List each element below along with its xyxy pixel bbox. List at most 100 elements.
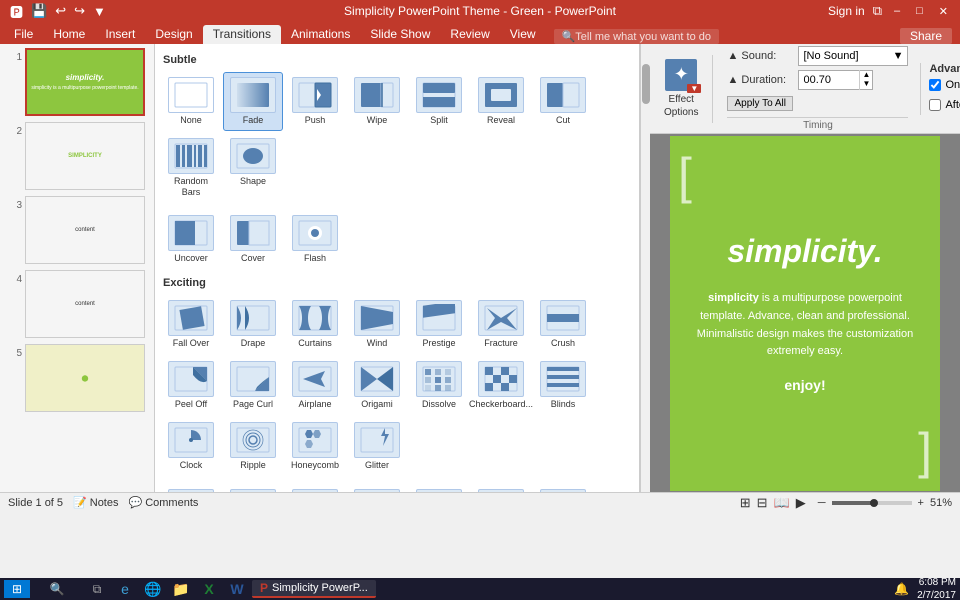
tab-file[interactable]: File: [4, 25, 43, 44]
taskbar-search-icon[interactable]: 🔍: [32, 580, 82, 598]
trans-wind[interactable]: Wind: [347, 295, 407, 354]
maximize-button[interactable]: □: [912, 5, 927, 17]
trans-origami[interactable]: Origami: [347, 356, 407, 415]
taskbar-excel-icon[interactable]: X: [196, 580, 222, 598]
trans-crush[interactable]: Crush: [533, 295, 593, 354]
trans-airplane[interactable]: Airplane: [285, 356, 345, 415]
view-slide-sorter-icon[interactable]: ⊟: [757, 495, 768, 511]
after-checkbox[interactable]: [929, 99, 941, 111]
trans-dissolve[interactable]: Dissolve: [409, 356, 469, 415]
trans-shred[interactable]: Shred: [223, 484, 283, 492]
minimize-button[interactable]: –: [890, 5, 904, 17]
trans-fade[interactable]: Fade: [223, 72, 283, 131]
zoom-level[interactable]: 51%: [930, 497, 952, 509]
tab-slideshow[interactable]: Slide Show: [360, 25, 440, 44]
trans-wipe[interactable]: Wipe: [347, 72, 407, 131]
tab-home[interactable]: Home: [43, 25, 95, 44]
tell-me-box[interactable]: 🔍 Tell me what you want to do: [554, 29, 719, 44]
trans-glitter[interactable]: Glitter: [347, 417, 407, 476]
slide-thumb-2[interactable]: 2 SIMPLICITY: [4, 122, 150, 190]
close-button[interactable]: ✕: [935, 5, 952, 18]
view-slideshow-icon[interactable]: ▶: [796, 495, 806, 511]
trans-uncover[interactable]: Uncover: [161, 210, 221, 269]
trans-ripple[interactable]: Ripple: [223, 417, 283, 476]
preview-title: simplicity.: [727, 233, 882, 270]
duration-input[interactable]: [799, 74, 859, 86]
options-form: ▲ Sound: [No Sound] ▼ ▲ Duration: ▲ ▼: [727, 46, 908, 131]
share-button[interactable]: Share: [892, 28, 960, 44]
trans-prestige[interactable]: Prestige: [409, 295, 469, 354]
tab-view[interactable]: View: [500, 25, 546, 44]
trans-random-bars[interactable]: Random Bars: [161, 133, 221, 203]
view-reading-icon[interactable]: 📖: [774, 495, 790, 511]
customize-icon[interactable]: ▼: [91, 4, 108, 19]
slide-thumb-5[interactable]: 5 ⬤: [4, 344, 150, 412]
tab-insert[interactable]: Insert: [95, 25, 145, 44]
notes-button[interactable]: 📝 Notes: [73, 496, 118, 509]
trans-drape[interactable]: Drape: [223, 295, 283, 354]
taskbar-word-icon[interactable]: W: [224, 580, 250, 598]
zoom-slider[interactable]: [832, 501, 912, 505]
zoom-in-button[interactable]: +: [918, 497, 924, 509]
duration-down[interactable]: ▼: [860, 79, 872, 88]
trans-cover[interactable]: Cover: [223, 210, 283, 269]
trans-fall-over[interactable]: Fall Over: [161, 295, 221, 354]
tab-animations[interactable]: Animations: [281, 25, 360, 44]
taskbar-explorer-icon[interactable]: 📁: [168, 580, 194, 598]
preview-enjoy: enjoy!: [784, 377, 825, 393]
trans-fracture[interactable]: Fracture: [471, 295, 531, 354]
trans-honeycomb[interactable]: Honeycomb: [285, 417, 345, 476]
trans-none[interactable]: None: [161, 72, 221, 131]
transitions-scrollbar[interactable]: [640, 44, 650, 492]
tab-transitions[interactable]: Transitions: [203, 25, 281, 44]
trans-vortex[interactable]: Vortex: [161, 484, 221, 492]
apply-all-button[interactable]: Apply To All: [727, 96, 793, 111]
view-normal-icon[interactable]: ⊞: [740, 495, 751, 511]
trans-page-curl[interactable]: Page Curl: [223, 356, 283, 415]
comments-button[interactable]: 💬 Comments: [129, 496, 199, 509]
trans-checkerboard[interactable]: Checkerboard...: [471, 356, 531, 415]
trans-doors[interactable]: Doors: [533, 484, 593, 492]
redo-icon[interactable]: ↪: [72, 3, 87, 19]
trans-peel-off-icon: [168, 361, 214, 397]
signin-button[interactable]: Sign in: [828, 4, 865, 18]
sound-dropdown[interactable]: [No Sound] ▼: [798, 46, 908, 66]
trans-cut[interactable]: Cut: [533, 72, 593, 131]
taskbar-notification-icon[interactable]: 🔔: [894, 582, 909, 596]
slide-thumb-4[interactable]: 4 content: [4, 270, 150, 338]
effect-options-icon: ✦ ▼: [665, 59, 697, 91]
trans-push[interactable]: Push: [285, 72, 345, 131]
slide-image-2: SIMPLICITY: [25, 122, 145, 190]
trans-reveal[interactable]: Reveal: [471, 72, 531, 131]
trans-clock[interactable]: Clock: [161, 417, 221, 476]
taskbar-chrome-icon[interactable]: 🌐: [140, 580, 166, 598]
trans-shape[interactable]: Shape: [223, 133, 283, 203]
trans-peel-off[interactable]: Peel Off: [161, 356, 221, 415]
apply-all-row: Apply To All: [727, 96, 908, 111]
tab-review[interactable]: Review: [440, 25, 499, 44]
trans-gallery[interactable]: Gallery: [409, 484, 469, 492]
trans-blinds[interactable]: Blinds: [533, 356, 593, 415]
save-icon[interactable]: 💾: [29, 3, 49, 19]
trans-cube[interactable]: Cube: [471, 484, 531, 492]
effect-options-button[interactable]: ✦ ▼ EffectOptions: [658, 55, 704, 123]
trans-flip[interactable]: Flip: [347, 484, 407, 492]
tab-design[interactable]: Design: [145, 25, 202, 44]
duration-up[interactable]: ▲: [860, 70, 872, 79]
scrollbar-thumb[interactable]: [642, 64, 650, 104]
zoom-out-button[interactable]: ─: [818, 497, 826, 509]
sound-dropdown-arrow: ▼: [893, 50, 904, 62]
trans-switch[interactable]: Switch: [285, 484, 345, 492]
slide-thumb-1[interactable]: 1 simplicity. simplicity is a multipurpo…: [4, 48, 150, 116]
taskbar-task-view-icon[interactable]: ⧉: [84, 580, 110, 598]
trans-flash[interactable]: Flash: [285, 210, 345, 269]
restore-icon[interactable]: ⧉: [873, 3, 882, 19]
taskbar-powerpoint-app[interactable]: P Simplicity PowerP...: [252, 580, 376, 598]
on-mouse-click-checkbox[interactable]: [929, 79, 941, 91]
trans-curtains[interactable]: Curtains: [285, 295, 345, 354]
undo-icon[interactable]: ↩: [53, 3, 68, 19]
taskbar-edge-icon[interactable]: e: [112, 580, 138, 598]
trans-split[interactable]: Split: [409, 72, 469, 131]
slide-thumb-3[interactable]: 3 content: [4, 196, 150, 264]
start-button[interactable]: ⊞: [4, 580, 30, 598]
